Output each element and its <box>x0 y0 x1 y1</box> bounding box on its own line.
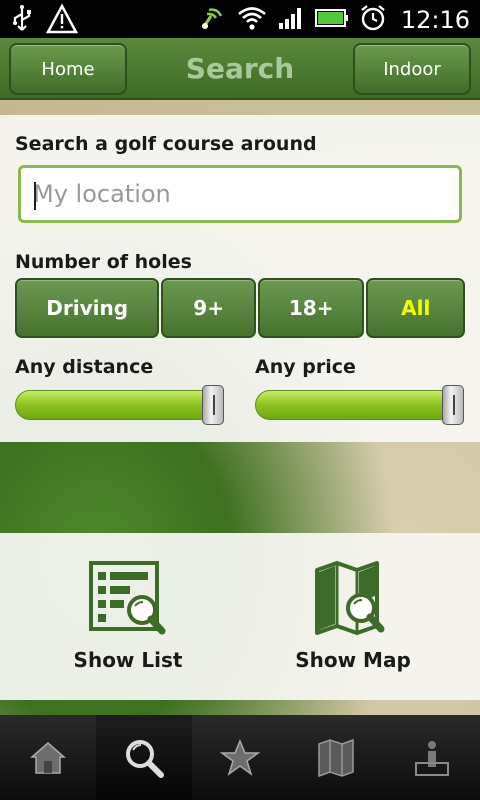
distance-label: Any distance <box>15 356 154 378</box>
map-search-icon <box>315 561 385 635</box>
holes-option-18[interactable]: 18+ <box>257 278 365 338</box>
show-list-button[interactable]: Show List <box>8 533 248 700</box>
cell-signal-icon <box>277 5 305 35</box>
indoor-button[interactable]: Indoor <box>353 43 471 95</box>
price-label: Any price <box>255 356 356 378</box>
show-list-label: Show List <box>73 648 183 672</box>
home-icon <box>30 741 66 774</box>
warning-icon <box>45 3 79 38</box>
actions-panel: Show List Show Map <box>0 533 480 700</box>
status-bar: 12:16 <box>0 0 480 38</box>
price-slider[interactable] <box>255 385 464 425</box>
holes-option-all[interactable]: All <box>366 278 465 338</box>
info-icon <box>415 740 449 776</box>
list-search-icon <box>89 561 166 635</box>
text-cursor <box>34 182 36 210</box>
star-icon <box>220 738 260 776</box>
usb-icon <box>10 4 34 38</box>
location-input[interactable] <box>21 168 459 220</box>
search-label: Search a golf course around <box>15 133 317 155</box>
distance-slider-thumb[interactable] <box>202 385 224 425</box>
tab-search[interactable] <box>96 715 192 800</box>
map-icon <box>318 738 354 777</box>
price-slider-thumb[interactable] <box>442 385 464 425</box>
holes-option-driving[interactable]: Driving <box>15 278 160 338</box>
show-map-button[interactable]: Show Map <box>233 533 473 700</box>
search-icon <box>126 739 164 778</box>
battery-icon <box>314 7 349 33</box>
holes-selector: Driving 9+ 18+ All <box>15 278 465 338</box>
signal-broadcast-icon <box>199 4 227 36</box>
alarm-icon <box>359 4 387 36</box>
wifi-icon <box>237 5 267 35</box>
tab-home[interactable] <box>0 715 96 800</box>
holes-label: Number of holes <box>15 251 192 273</box>
holes-option-9[interactable]: 9+ <box>161 278 256 338</box>
show-map-label: Show Map <box>295 648 411 672</box>
tab-favorites[interactable] <box>192 715 288 800</box>
tab-info[interactable] <box>384 715 480 800</box>
distance-slider[interactable] <box>15 385 224 425</box>
search-field[interactable] <box>18 165 462 223</box>
tab-map[interactable] <box>288 715 384 800</box>
title-bar: Home Search Indoor <box>0 38 480 100</box>
bottom-tab-bar <box>0 715 480 800</box>
clock-time: 12:16 <box>400 6 470 34</box>
